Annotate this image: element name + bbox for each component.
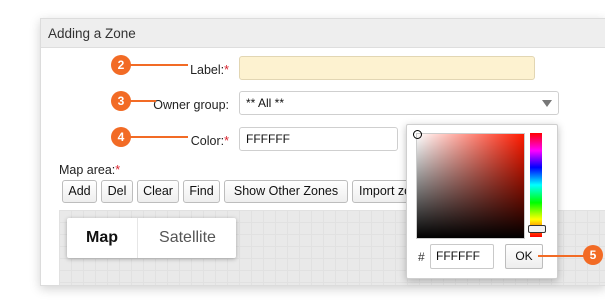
owner-group-select[interactable]: ** All ** [239, 91, 559, 115]
callout-2: 2 [111, 55, 131, 75]
dialog-header: Adding a Zone [41, 19, 605, 48]
find-button[interactable]: Find [183, 180, 220, 203]
chevron-down-icon [542, 100, 552, 107]
map-area-label: Map area:* [59, 163, 120, 177]
show-other-zones-button[interactable]: Show Other Zones [224, 180, 348, 203]
map-area-text: Map area: [59, 163, 116, 177]
callout-3: 3 [111, 91, 131, 111]
add-button[interactable]: Add [62, 180, 97, 203]
required-mark: * [224, 134, 229, 148]
color-selector-handle[interactable] [413, 130, 422, 139]
dialog-title: Adding a Zone [48, 26, 136, 41]
label-text: Label: [190, 63, 225, 77]
label-input[interactable] [239, 56, 535, 80]
callout-4: 4 [111, 127, 131, 147]
color-picker-popup: # FFFFFF OK [406, 124, 558, 279]
callout-5: 5 [583, 245, 603, 265]
callout-line-5 [538, 255, 584, 257]
map-type-map-tab[interactable]: Map [67, 218, 137, 258]
color-text: Color: [190, 134, 225, 148]
callout-line-2 [130, 64, 188, 66]
hue-slider-handle[interactable] [528, 225, 546, 233]
hex-color-input[interactable]: FFFFFF [430, 244, 494, 269]
hue-slider[interactable] [528, 133, 546, 237]
map-type-control: Map Satellite [67, 218, 236, 258]
clear-button[interactable]: Clear [137, 180, 179, 203]
required-mark: * [224, 63, 229, 77]
owner-group-value: ** All ** [246, 96, 285, 110]
callout-line-4 [130, 136, 188, 138]
del-button[interactable]: Del [101, 180, 133, 203]
required-mark: * [115, 163, 121, 177]
callout-line-3 [130, 100, 156, 102]
map-type-satellite-tab[interactable]: Satellite [137, 218, 237, 258]
saturation-value-area[interactable] [413, 130, 525, 239]
color-input[interactable]: FFFFFF [239, 127, 398, 151]
hash-symbol: # [418, 250, 425, 264]
